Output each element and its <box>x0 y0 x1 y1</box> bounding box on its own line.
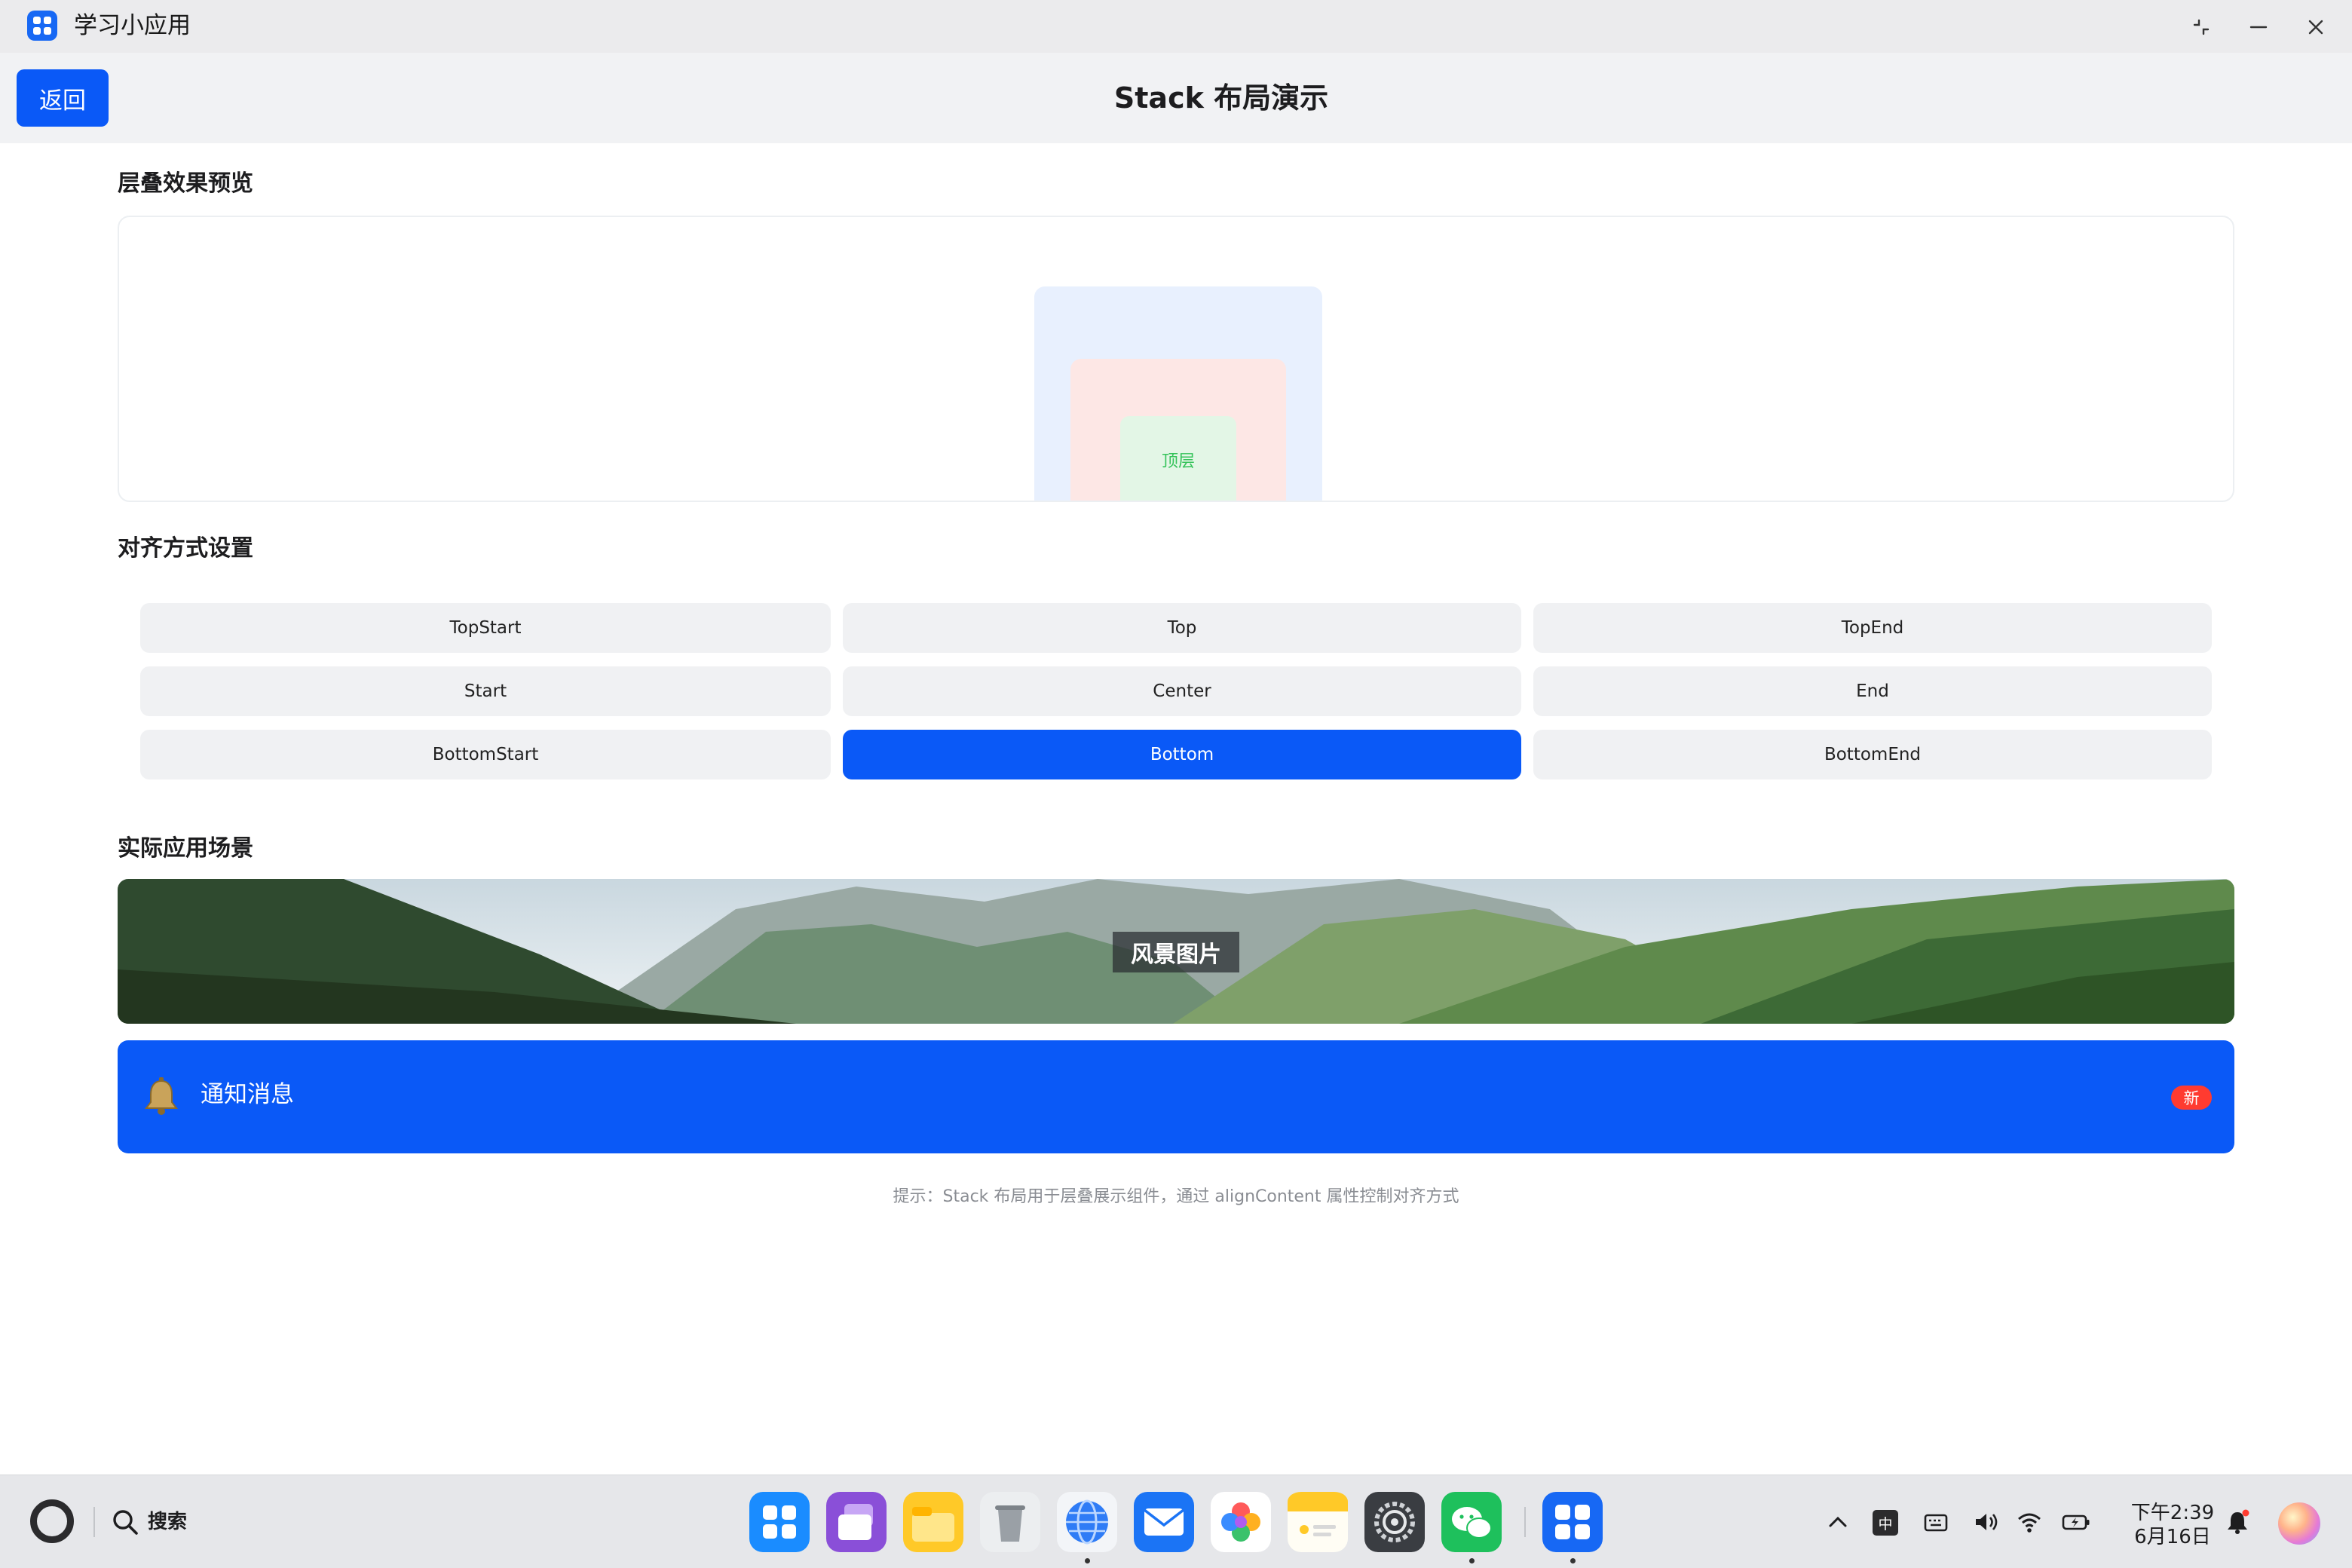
running-indicator <box>1085 1558 1090 1563</box>
align-option-button[interactable]: Start <box>140 666 831 716</box>
align-option-button[interactable]: Top <box>843 603 1521 653</box>
mail-icon[interactable] <box>1134 1492 1194 1552</box>
alignment-heading: 对齐方式设置 <box>118 535 253 562</box>
wifi-icon[interactable] <box>2013 1505 2046 1539</box>
window-title-bar: 学习小应用 <box>0 0 2352 53</box>
running-indicator <box>1570 1558 1576 1563</box>
align-option-button[interactable]: Bottom <box>843 730 1521 779</box>
preview-heading: 层叠效果预览 <box>118 170 253 197</box>
restore-window-icon[interactable] <box>2185 11 2218 44</box>
search-label[interactable]: 搜索 <box>148 1505 187 1539</box>
keyboard-icon[interactable] <box>1919 1505 1952 1539</box>
chevron-up-icon[interactable] <box>1821 1505 1854 1539</box>
search-icon[interactable] <box>110 1507 140 1537</box>
clock-date: 6月16日 <box>2134 1526 2211 1548</box>
minimize-window-icon[interactable] <box>2242 11 2275 44</box>
new-badge: 新 <box>2171 1086 2212 1110</box>
volume-icon[interactable] <box>1969 1505 2002 1539</box>
running-indicator <box>1469 1558 1475 1563</box>
wechat-icon[interactable] <box>1441 1492 1502 1552</box>
start-menu-icon[interactable] <box>30 1499 74 1543</box>
app-title: 学习小应用 <box>74 12 191 39</box>
stack-preview-card: 顶层 <box>118 216 2234 502</box>
scenery-label: 风景图片 <box>1113 932 1239 972</box>
settings-icon[interactable] <box>1364 1492 1425 1552</box>
app-logo-icon <box>27 11 57 41</box>
browser-icon[interactable] <box>1057 1492 1117 1552</box>
align-option-button[interactable]: BottomEnd <box>1533 730 2212 779</box>
stack-layer-top: 顶层 <box>1120 416 1236 501</box>
notification-bell-icon[interactable] <box>2221 1505 2254 1539</box>
notification-bar[interactable]: 通知消息 新 <box>118 1040 2234 1153</box>
align-option-button[interactable]: TopEnd <box>1533 603 2212 653</box>
align-option-button[interactable]: TopStart <box>140 603 831 653</box>
notes-icon[interactable] <box>1288 1492 1348 1552</box>
page-title: Stack 布局演示 <box>1113 81 1329 115</box>
bell-icon <box>140 1075 182 1117</box>
scenery-image: 风景图片 <box>118 879 2234 1024</box>
hint-text: 提示：Stack 布局用于层叠展示组件，通过 alignContent 属性控制… <box>893 1187 1459 1206</box>
battery-icon[interactable] <box>2060 1505 2093 1539</box>
app-grid-icon[interactable] <box>749 1492 810 1552</box>
notification-text: 通知消息 <box>201 1081 294 1108</box>
files-icon[interactable] <box>903 1492 963 1552</box>
clock-time: 下午2:39 <box>2130 1502 2215 1524</box>
align-option-button[interactable]: BottomStart <box>140 730 831 779</box>
input-method-indicator[interactable]: 中 <box>1873 1510 1898 1536</box>
close-window-icon[interactable] <box>2299 11 2332 44</box>
align-option-button[interactable]: End <box>1533 666 2212 716</box>
taskbar: 搜索 中 下午2:39 6月16日 <box>0 1475 2352 1568</box>
multitask-icon[interactable] <box>826 1492 887 1552</box>
system-clock[interactable]: 下午2:39 6月16日 <box>2126 1501 2219 1549</box>
gallery-icon[interactable] <box>1211 1492 1271 1552</box>
page-header: 返回 Stack 布局演示 <box>0 53 2352 143</box>
taskbar-divider <box>93 1507 95 1537</box>
assistant-icon[interactable] <box>2278 1502 2320 1545</box>
align-option-button[interactable]: Center <box>843 666 1521 716</box>
dock-divider <box>1524 1507 1526 1537</box>
learning-app-icon[interactable] <box>1542 1492 1603 1552</box>
trash-icon[interactable] <box>980 1492 1040 1552</box>
scenario-heading: 实际应用场景 <box>118 835 253 862</box>
